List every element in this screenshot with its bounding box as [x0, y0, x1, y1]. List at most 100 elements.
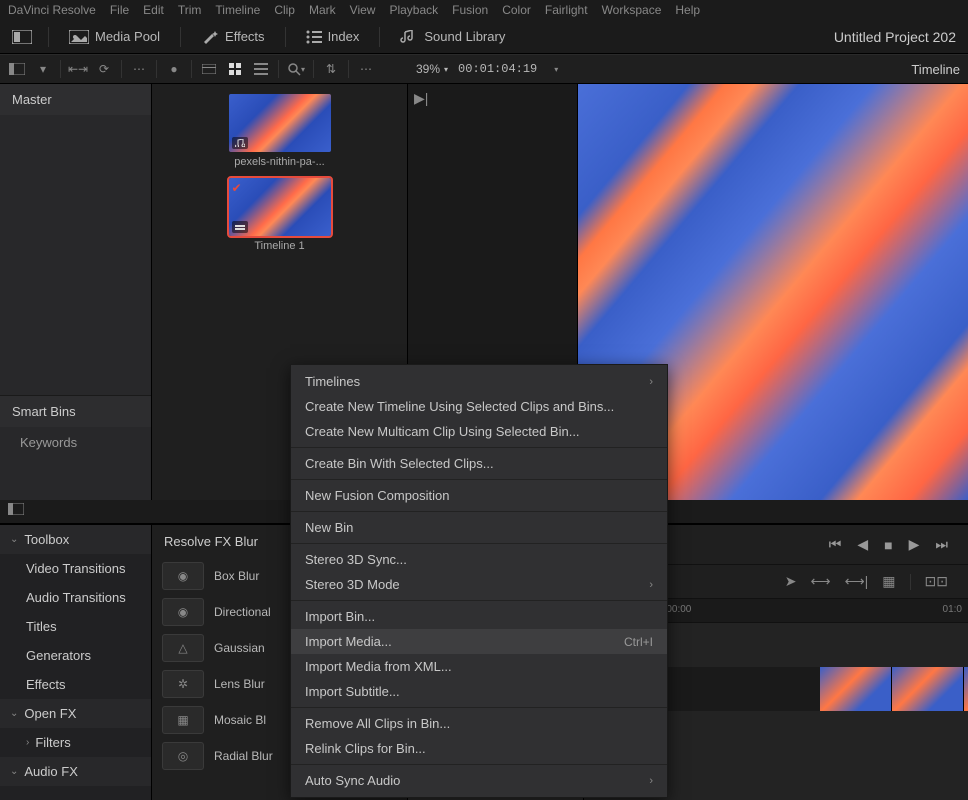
insert-tool-icon[interactable]: ▦: [882, 573, 895, 590]
effects-button[interactable]: Effects: [193, 25, 273, 49]
cm-timelines[interactable]: Timelines›: [291, 369, 667, 394]
chevron-down-icon: ⌄: [10, 534, 18, 545]
menu-trim[interactable]: Trim: [178, 3, 202, 17]
cm-import-media[interactable]: Import Media...Ctrl+I: [291, 629, 667, 654]
timeline-thumb[interactable]: ✔ Timeline 1: [229, 178, 331, 252]
trim-tool-icon[interactable]: ⟷: [811, 573, 831, 590]
layout-icon[interactable]: [8, 26, 36, 48]
menu-mark[interactable]: Mark: [309, 3, 336, 17]
record-icon[interactable]: ●: [165, 60, 183, 78]
cm-import-xml[interactable]: Import Media from XML...: [291, 654, 667, 679]
blur-icon: △: [162, 634, 204, 662]
toolbar: Media Pool Effects Index Sound Library U…: [0, 20, 968, 54]
video-transitions[interactable]: Video Transitions: [0, 554, 151, 583]
options-icon[interactable]: ⋯: [357, 60, 375, 78]
zoom-level[interactable]: 39% ▾: [416, 62, 448, 76]
index-button[interactable]: Index: [298, 25, 368, 48]
keywords-bin[interactable]: Keywords: [0, 427, 151, 458]
open-fx-header[interactable]: ⌄Open FX: [0, 699, 151, 728]
selection-tool-icon[interactable]: ➤: [785, 573, 797, 590]
menu-playback[interactable]: Playback: [389, 3, 438, 17]
menu-edit[interactable]: Edit: [143, 3, 164, 17]
more-icon[interactable]: ⋯: [130, 60, 148, 78]
cm-new-bin[interactable]: New Bin: [291, 515, 667, 540]
blur-icon: ▦: [162, 706, 204, 734]
cm-import-bin[interactable]: Import Bin...: [291, 604, 667, 629]
timeline-label: Timeline 1: [254, 240, 304, 252]
menu-fusion[interactable]: Fusion: [452, 3, 488, 17]
stop-icon[interactable]: ■: [884, 537, 892, 553]
chevron-right-icon: ›: [649, 376, 653, 388]
clip-label: pexels-nithin-pa-...: [234, 156, 325, 168]
context-menu: Timelines› Create New Timeline Using Sel…: [290, 364, 668, 798]
titles[interactable]: Titles: [0, 612, 151, 641]
next-clip-icon[interactable]: ⏭: [935, 536, 948, 553]
shortcut-label: Ctrl+I: [624, 635, 653, 649]
toolbox-header[interactable]: ⌄Toolbox: [0, 525, 151, 554]
audio-badge-icon: [232, 137, 248, 149]
filters[interactable]: › Filters: [0, 728, 151, 757]
menu-clip[interactable]: Clip: [274, 3, 295, 17]
audio-fx-header[interactable]: ⌄Audio FX: [0, 757, 151, 786]
timeline-indicator: Timeline: [911, 62, 960, 77]
blur-icon: ✲: [162, 670, 204, 698]
toolbox-panel: ⌄Toolbox Video Transitions Audio Transit…: [0, 525, 152, 800]
cm-stereo-mode[interactable]: Stereo 3D Mode›: [291, 572, 667, 597]
cm-remove-clips[interactable]: Remove All Clips in Bin...: [291, 711, 667, 736]
audio-transitions[interactable]: Audio Transitions: [0, 583, 151, 612]
sound-library-button[interactable]: Sound Library: [392, 25, 513, 48]
sync-icon[interactable]: ⟳: [95, 60, 113, 78]
import-icon[interactable]: ⇤⇥: [69, 60, 87, 78]
cm-stereo-sync[interactable]: Stereo 3D Sync...: [291, 547, 667, 572]
panel-layout-icon[interactable]: [8, 503, 26, 521]
cm-import-subtitle[interactable]: Import Subtitle...: [291, 679, 667, 704]
menu-app[interactable]: DaVinci Resolve: [8, 3, 96, 17]
generators[interactable]: Generators: [0, 641, 151, 670]
smart-bins-header[interactable]: Smart Bins: [0, 395, 151, 427]
clip-thumb[interactable]: pexels-nithin-pa-...: [229, 94, 331, 168]
sort-icon[interactable]: ⇅: [322, 60, 340, 78]
menu-workspace[interactable]: Workspace: [602, 3, 662, 17]
clip-thumbstrip[interactable]: [820, 667, 968, 711]
menu-color[interactable]: Color: [502, 3, 531, 17]
cm-create-multicam[interactable]: Create New Multicam Clip Using Selected …: [291, 419, 667, 444]
menu-timeline[interactable]: Timeline: [215, 3, 260, 17]
metadata-view-icon[interactable]: [200, 60, 218, 78]
list-view-icon[interactable]: [252, 60, 270, 78]
cm-auto-sync[interactable]: Auto Sync Audio›: [291, 768, 667, 793]
project-title: Untitled Project 202: [834, 29, 960, 45]
menu-help[interactable]: Help: [675, 3, 700, 17]
timeline-badge-icon: [232, 221, 248, 233]
menu-fairlight[interactable]: Fairlight: [545, 3, 588, 17]
master-bin[interactable]: Master: [0, 84, 151, 115]
step-back-icon[interactable]: ◀: [857, 536, 868, 553]
blur-icon: ◉: [162, 598, 204, 626]
menu-view[interactable]: View: [350, 3, 376, 17]
skip-forward-icon[interactable]: ▶|: [414, 90, 571, 107]
media-pool-button[interactable]: Media Pool: [61, 25, 168, 48]
blade-tool-icon[interactable]: ⟷|: [845, 573, 869, 590]
effects-label: Effects: [225, 29, 265, 44]
cm-new-fusion[interactable]: New Fusion Composition: [291, 483, 667, 508]
media-pool-label: Media Pool: [95, 29, 160, 44]
sidebar-toggle-icon[interactable]: [8, 60, 26, 78]
cm-create-timeline[interactable]: Create New Timeline Using Selected Clips…: [291, 394, 667, 419]
search-icon[interactable]: ▾: [287, 60, 305, 78]
link-tool-icon[interactable]: ⊡⊡: [925, 573, 948, 590]
chevron-right-icon: ›: [26, 737, 29, 748]
prev-clip-icon[interactable]: ⏮: [829, 536, 842, 553]
thumb-view-icon[interactable]: [226, 60, 244, 78]
cm-relink[interactable]: Relink Clips for Bin...: [291, 736, 667, 761]
chevron-down-icon: ⌄: [10, 766, 18, 777]
menu-file[interactable]: File: [110, 3, 129, 17]
dropdown-icon[interactable]: ▾: [34, 60, 52, 78]
menubar: DaVinci Resolve File Edit Trim Timeline …: [0, 0, 968, 20]
timecode-dropdown-icon[interactable]: ▾: [547, 60, 565, 78]
effects-cat[interactable]: Effects: [0, 670, 151, 699]
clip-frame: [964, 667, 968, 711]
chevron-right-icon: ›: [649, 579, 653, 591]
play-icon[interactable]: ▶: [909, 536, 920, 553]
timecode[interactable]: 00:01:04:19: [458, 62, 537, 76]
index-label: Index: [328, 29, 360, 44]
cm-create-bin-clips[interactable]: Create Bin With Selected Clips...: [291, 451, 667, 476]
